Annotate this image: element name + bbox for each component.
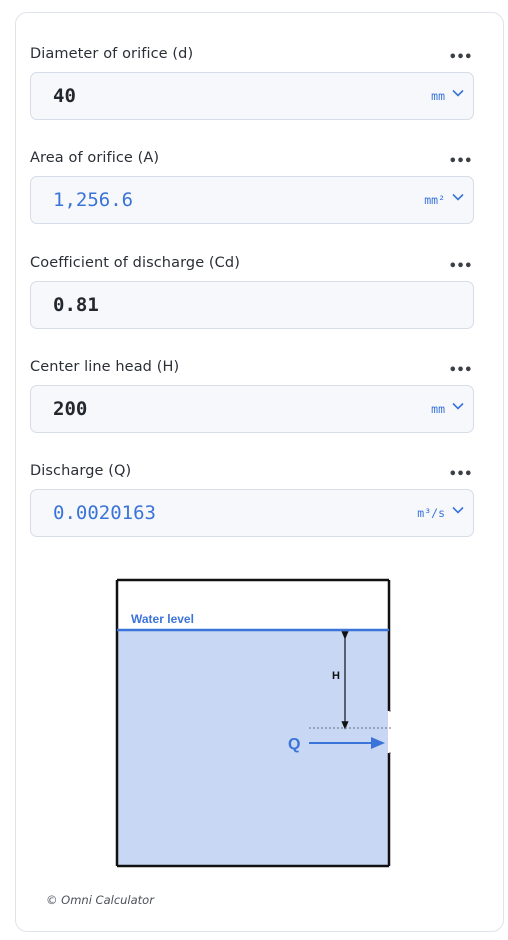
- area-unit-select[interactable]: mm²: [424, 193, 445, 207]
- more-options-icon[interactable]: •••: [449, 154, 473, 169]
- discharge-unit-select[interactable]: m³/s: [417, 506, 445, 520]
- more-options-icon[interactable]: •••: [449, 467, 473, 482]
- diameter-unit-select[interactable]: mm: [431, 89, 445, 103]
- discharge-arrow-label: Q: [288, 736, 300, 753]
- water-level-label: Water level: [131, 612, 194, 626]
- diameter-label: Diameter of orifice (d): [30, 46, 194, 62]
- diameter-input[interactable]: 40 mm: [30, 72, 474, 120]
- area-label: Area of orifice (A): [30, 150, 160, 166]
- area-value[interactable]: 1,256.6: [53, 189, 133, 211]
- area-input[interactable]: 1,256.6 mm²: [30, 176, 474, 224]
- discharge-value[interactable]: 0.0020163: [53, 502, 156, 524]
- head-dimension-label: H: [332, 670, 340, 682]
- coefficient-input[interactable]: 0.81: [30, 281, 474, 329]
- head-unit-select[interactable]: mm: [431, 402, 445, 416]
- chevron-down-icon[interactable]: [451, 190, 465, 204]
- coefficient-label: Coefficient of discharge (Cd): [30, 255, 240, 271]
- chevron-down-icon[interactable]: [451, 503, 465, 517]
- copyright-text: © Omni Calculator: [46, 893, 154, 907]
- orifice-diagram: Water level H d Q: [115, 578, 393, 868]
- water-body: [117, 630, 388, 865]
- head-value[interactable]: 200: [53, 398, 87, 420]
- more-options-icon[interactable]: •••: [449, 259, 473, 274]
- chevron-down-icon[interactable]: [451, 86, 465, 100]
- more-options-icon[interactable]: •••: [449, 50, 473, 65]
- discharge-label: Discharge (Q): [30, 463, 132, 479]
- discharge-input[interactable]: 0.0020163 m³/s: [30, 489, 474, 537]
- head-label: Center line head (H): [30, 359, 180, 375]
- chevron-down-icon[interactable]: [451, 399, 465, 413]
- coefficient-value[interactable]: 0.81: [53, 294, 99, 316]
- head-input[interactable]: 200 mm: [30, 385, 474, 433]
- more-options-icon[interactable]: •••: [449, 363, 473, 378]
- diameter-value[interactable]: 40: [53, 85, 76, 107]
